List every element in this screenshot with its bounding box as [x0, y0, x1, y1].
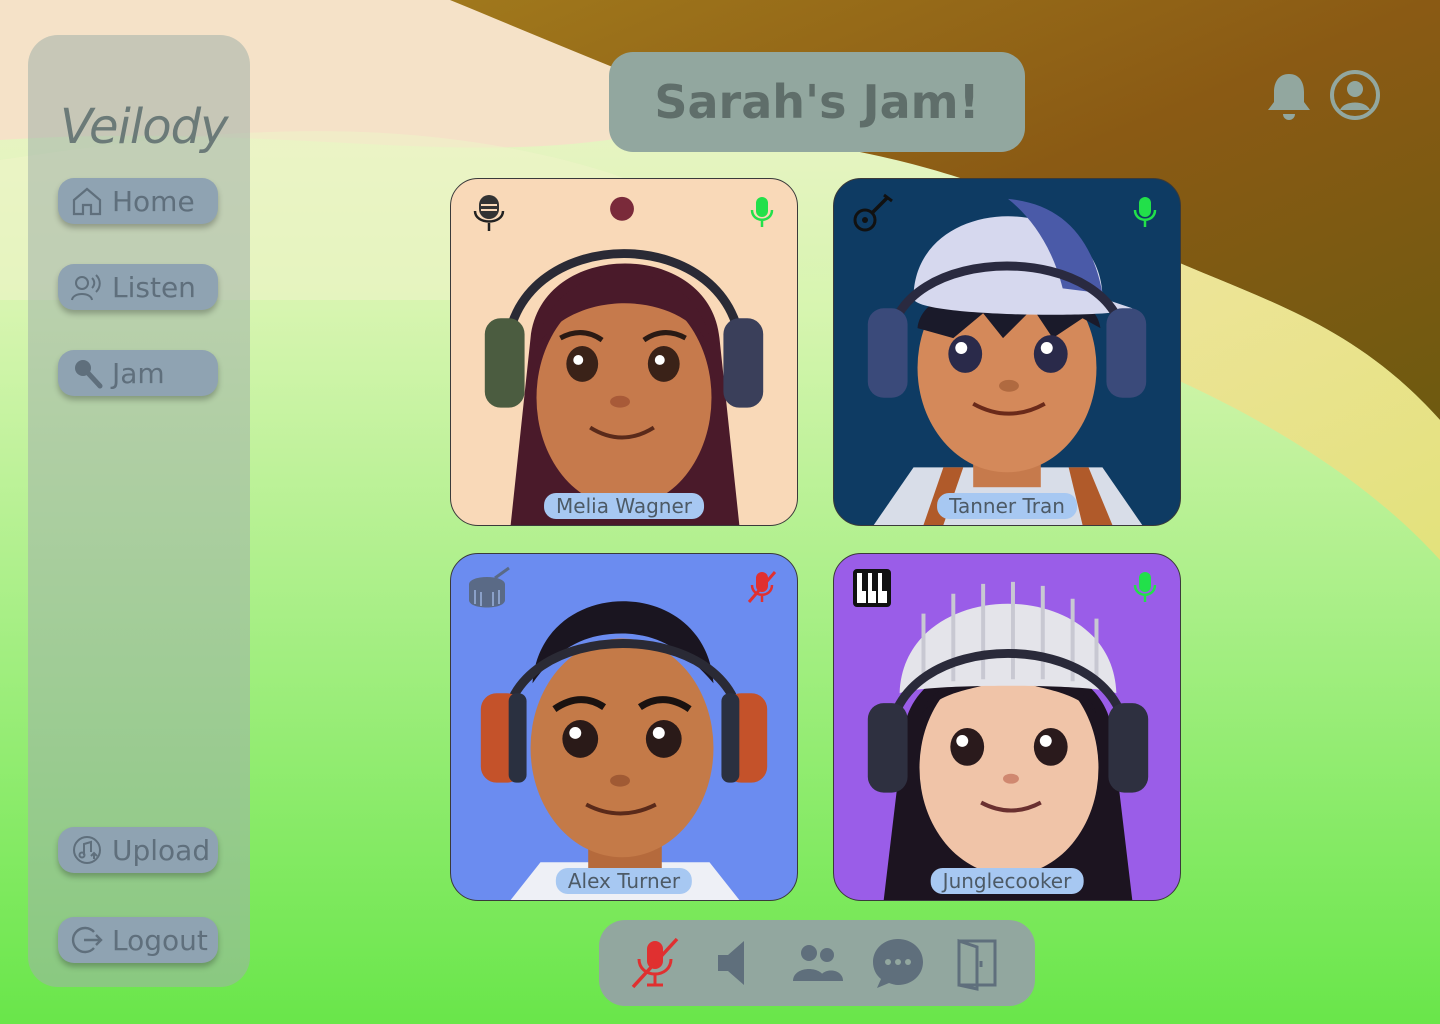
sidebar-item-label: Upload [112, 833, 211, 867]
sidebar-item-listen[interactable]: Listen [58, 264, 218, 310]
mic-on-icon [1133, 572, 1157, 602]
sidebar: Veilody Home Listen Jam Upload Logout [28, 35, 250, 987]
participants-button[interactable] [787, 933, 847, 993]
mute-toggle-button[interactable] [625, 933, 685, 993]
listen-icon [71, 274, 101, 301]
app-logo: Veilody [60, 99, 228, 155]
sidebar-item-logout[interactable]: Logout [58, 917, 218, 963]
jam-title: Sarah's Jam! [609, 52, 1025, 152]
call-controls-toolbar [599, 920, 1035, 1006]
mic-on-icon [1133, 197, 1157, 227]
upload-music-icon [73, 836, 101, 864]
logout-icon [71, 926, 103, 954]
drum-icon [469, 566, 510, 608]
sidebar-item-label: Listen [112, 270, 196, 304]
piano-icon [853, 569, 891, 607]
vocal-mic-icon [473, 195, 505, 231]
participant-tile[interactable]: Alex Turner [450, 553, 798, 901]
participant-tile[interactable]: Junglecooker [833, 553, 1181, 901]
user-profile-icon[interactable] [1328, 68, 1382, 122]
participant-name: Tanner Tran [937, 493, 1077, 519]
leave-button[interactable] [949, 933, 1009, 993]
sidebar-item-upload[interactable]: Upload [58, 827, 218, 873]
mic-muted-icon [632, 937, 679, 989]
microphone-icon [75, 360, 103, 389]
sidebar-item-label: Home [112, 184, 195, 218]
sidebar-item-label: Jam [112, 356, 165, 390]
speaker-button[interactable] [706, 933, 766, 993]
participant-name: Junglecooker [930, 868, 1084, 894]
participant-name: Melia Wagner [544, 493, 704, 519]
sidebar-item-home[interactable]: Home [58, 178, 218, 224]
participant-tile[interactable]: Melia Wagner [450, 178, 798, 526]
leave-icon [957, 938, 997, 991]
sidebar-item-jam[interactable]: Jam [58, 350, 218, 396]
participant-name: Alex Turner [555, 868, 693, 894]
sidebar-item-label: Logout [112, 923, 208, 957]
bell-icon[interactable] [1264, 70, 1314, 122]
participant-tile[interactable]: Tanner Tran [833, 178, 1181, 526]
mic-muted-indicator-icon [747, 571, 777, 603]
participants-icon [792, 945, 843, 981]
speaker-icon [718, 941, 745, 985]
home-icon [72, 187, 102, 216]
mic-on-icon [750, 197, 774, 227]
chat-icon [872, 939, 923, 988]
chat-button[interactable] [868, 933, 928, 993]
guitar-icon [853, 193, 893, 232]
